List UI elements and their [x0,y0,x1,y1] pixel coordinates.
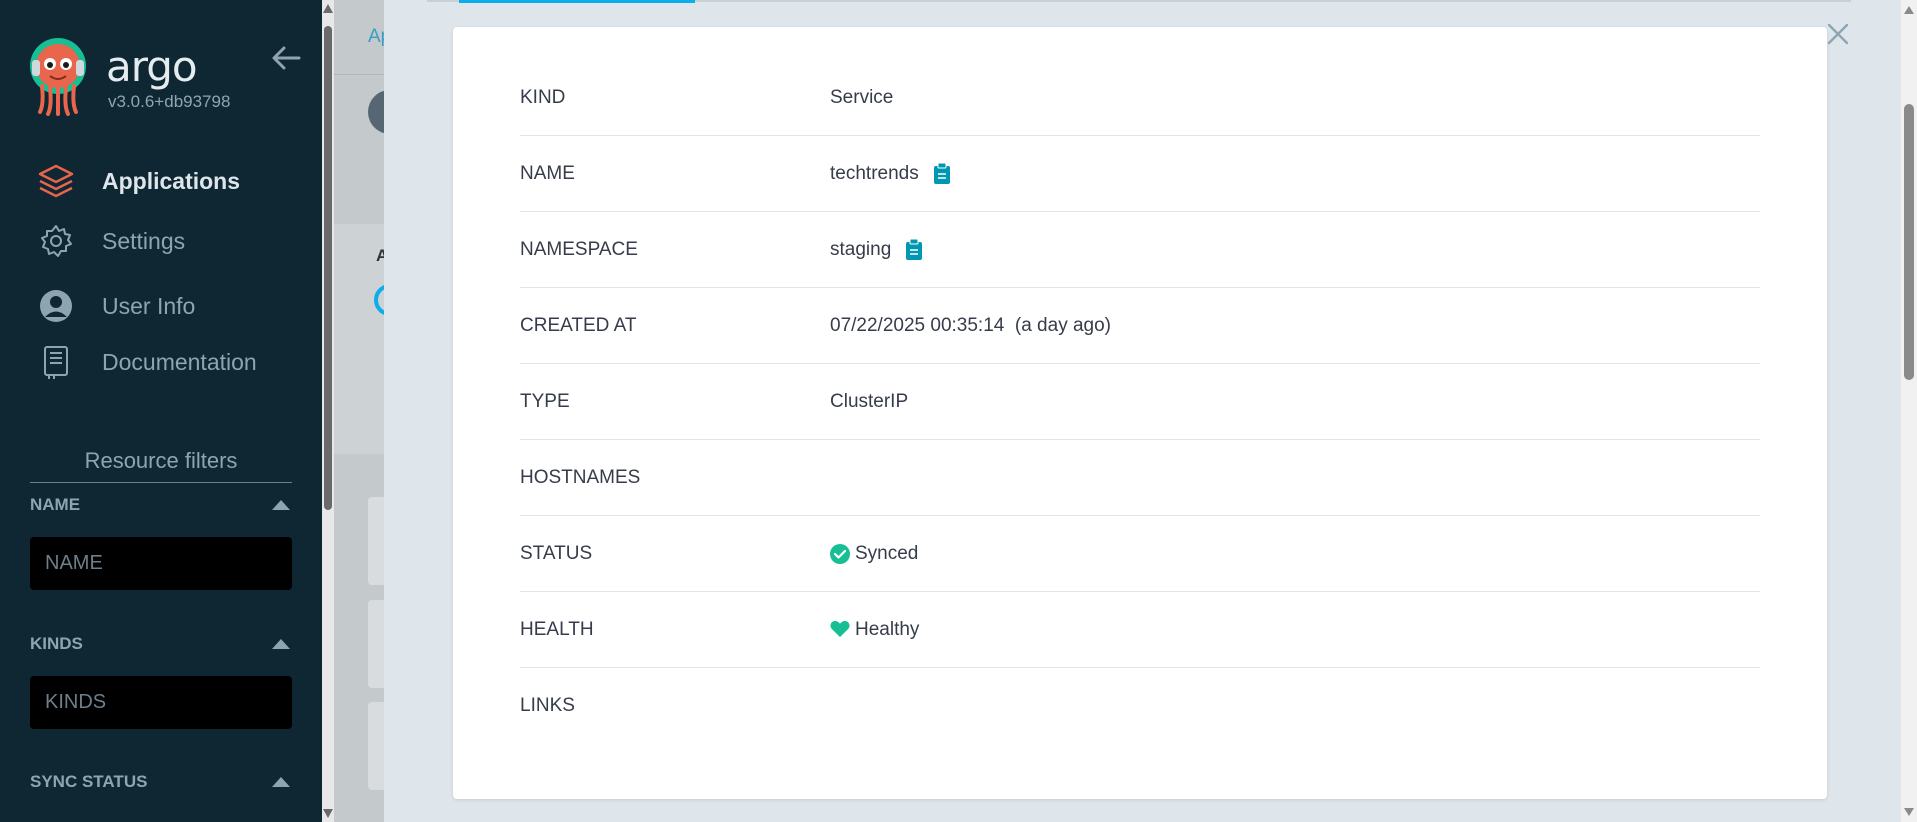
detail-key: LINKS [520,695,575,716]
detail-value: Synced [830,543,918,565]
detail-row-name: NAME techtrends [520,136,1760,212]
filter-sync-status-header: SYNC STATUS [30,767,292,797]
filter-name-header: NAME [30,490,292,520]
nav-label: Settings [102,227,186,254]
scroll-down-arrow-icon[interactable] [323,809,333,818]
caret-up-icon[interactable] [270,494,292,516]
scrollbar-thumb[interactable] [324,26,332,510]
user-icon [36,286,76,326]
panel-scrollbar[interactable] [1901,0,1917,822]
detail-key: STATUS [520,542,593,564]
detail-key: HOSTNAMES [520,466,641,488]
filter-label: SYNC STATUS [30,772,148,791]
version-label: v3.0.6+db93798 [108,92,231,111]
detail-row-namespace: NAMESPACE staging [520,212,1760,288]
detail-key: CREATED AT [520,314,637,336]
detail-value: ClusterIP [830,391,908,413]
detail-row-type: TYPE ClusterIP [520,364,1760,440]
filter-label: NAME [30,495,81,514]
caret-up-icon[interactable] [270,771,292,793]
scroll-down-arrow-icon[interactable] [1904,808,1914,816]
detail-row-health: HEALTH Healthy [520,592,1760,668]
name-filter-input[interactable] [30,537,292,590]
filter-label: KINDS [30,634,83,653]
arrow-left-icon [272,46,301,70]
created-at-value: 07/22/2025 00:35:14 (a day ago) [830,314,1112,336]
caret-up-icon[interactable] [270,633,292,655]
name-value: techtrends [830,162,919,184]
check-circle-icon [830,543,850,564]
heart-icon [830,620,850,640]
filter-kinds-header: KINDS [30,629,292,659]
detail-row-kind: KIND Service [520,60,1760,136]
kind-value: Service [830,86,894,108]
namespace-value: staging [830,238,892,260]
resource-details-panel: KIND Service NAME techtrends NAMESPACE s… [384,0,1917,822]
detail-value: staging [830,238,923,261]
nav-item-user-info[interactable]: User Info [36,284,306,328]
nav-label: User Info [102,292,196,319]
clipboard-icon[interactable] [905,238,923,261]
detail-value: 07/22/2025 00:35:14 (a day ago) [830,315,1111,337]
nav-label: Documentation [102,348,257,375]
kinds-filter-input[interactable] [30,676,292,729]
logo[interactable]: argo v3.0.6+db93798 [28,36,308,116]
scrollbar-thumb[interactable] [1904,104,1914,380]
nav-item-applications[interactable]: Applications [36,159,306,203]
scroll-up-arrow-icon[interactable] [323,4,333,13]
type-value: ClusterIP [830,390,909,412]
detail-value: Healthy [830,619,919,641]
brand-name: argo [106,42,198,91]
nav-item-settings[interactable]: Settings [36,219,306,263]
clipboard-icon[interactable] [933,162,951,185]
sidebar-scrollbar[interactable] [322,0,334,822]
summary-card: KIND Service NAME techtrends NAMESPACE s… [453,27,1827,799]
argo-mascot-icon [30,38,86,116]
detail-row-created-at: CREATED AT 07/22/2025 00:35:14 (a day ag… [520,288,1760,364]
sidebar: argo v3.0.6+db93798 Applications Setting… [0,0,322,822]
detail-key: HEALTH [520,618,594,640]
tab-active-indicator[interactable] [459,0,695,3]
resource-filters-title: Resource filters [30,448,292,483]
scroll-up-arrow-icon[interactable] [1904,6,1914,14]
detail-row-hostnames: HOSTNAMES [520,440,1760,516]
collapse-sidebar-button[interactable] [270,42,302,74]
detail-key: NAMESPACE [520,238,638,260]
close-icon [1827,23,1849,45]
layers-icon [36,161,76,201]
book-icon [36,342,76,382]
nav-item-documentation[interactable]: Documentation [36,340,306,384]
gear-icon [36,221,76,261]
detail-value: techtrends [830,162,951,185]
sync-status-value: Synced [855,542,919,564]
detail-row-links: LINKS [520,668,1760,744]
detail-key: KIND [520,86,566,108]
nav-label: Applications [102,167,241,194]
detail-value: Service [830,87,893,109]
health-status-value: Healthy [855,618,920,640]
detail-key: TYPE [520,390,570,412]
detail-key: NAME [520,162,575,184]
detail-row-status: STATUS Synced [520,516,1760,592]
